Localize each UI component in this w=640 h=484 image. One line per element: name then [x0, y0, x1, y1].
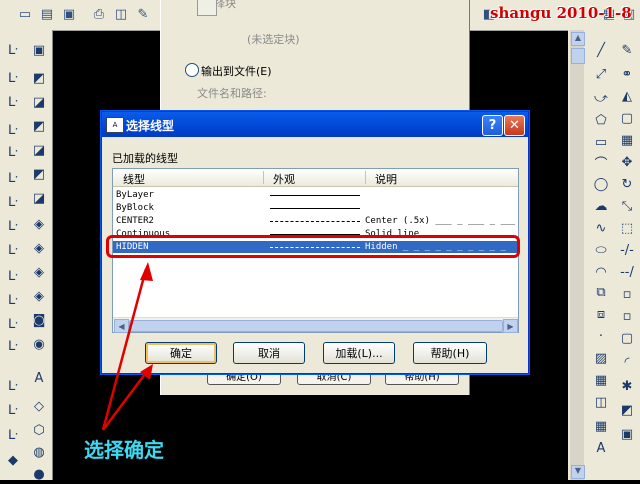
- arrow-to-selection: [101, 268, 148, 431]
- annotation-arrows: [101, 262, 153, 431]
- instruction-annotation: 选择确定: [84, 438, 164, 462]
- arrowhead-selection: [140, 262, 153, 281]
